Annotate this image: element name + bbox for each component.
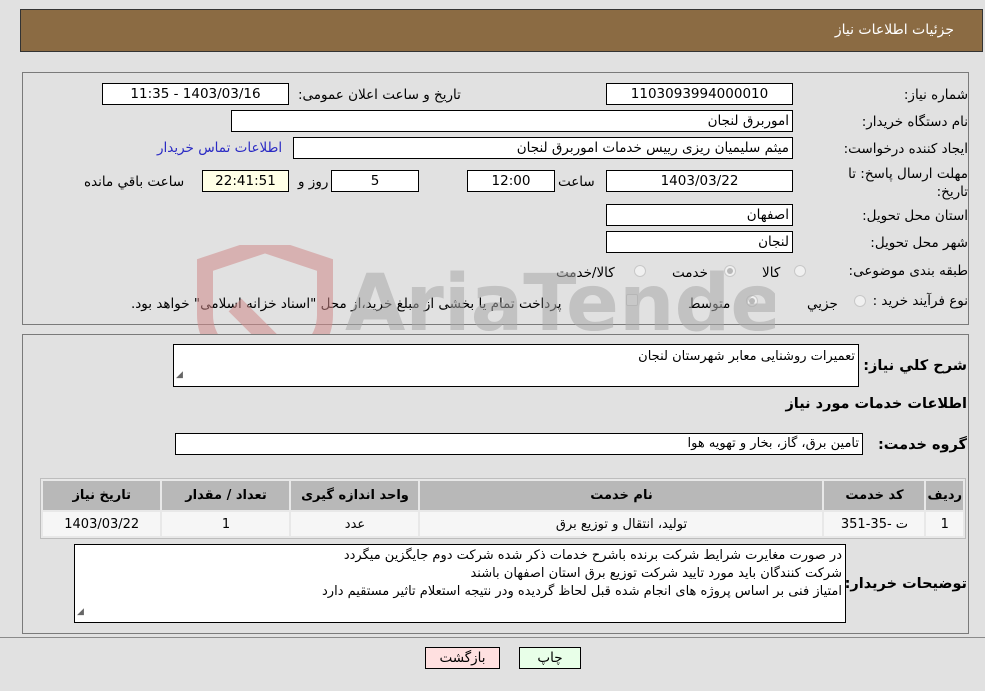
- category-option-service: خدمت: [672, 265, 708, 281]
- buyer-note-line: امتیاز فنی بر اساس پروژه های انجام شده ق…: [322, 584, 842, 599]
- requester-field[interactable]: میثم سلیمیان ریزی رییس خدمات اموربرق لنج…: [293, 137, 793, 159]
- city-label: شهر محل تحویل:: [870, 235, 968, 251]
- purchase-radio-minor[interactable]: [854, 295, 866, 307]
- days-remaining-field[interactable]: 5: [331, 170, 419, 192]
- deadline-label: مهلت ارسال پاسخ: تا تاریخ:: [848, 166, 968, 200]
- cell-unit: عدد: [291, 512, 419, 536]
- announce-datetime-label: تاریخ و ساعت اعلان عمومی:: [298, 87, 461, 103]
- services-table: ردیف کد خدمت نام خدمت واحد اندازه گیری ت…: [40, 478, 966, 539]
- need-number-label: شماره نیاز:: [903, 87, 968, 103]
- category-radio-goods[interactable]: [794, 265, 806, 277]
- col-row-header: ردیف: [926, 481, 963, 510]
- col-code-header: کد خدمت: [824, 481, 925, 510]
- services-section-title: اطلاعات خدمات مورد نیاز: [785, 396, 967, 412]
- col-qty-header: تعداد / مقدار: [162, 481, 290, 510]
- buyer-contact-link[interactable]: اطلاعات تماس خریدار: [157, 140, 282, 156]
- cell-row: 1: [926, 512, 963, 536]
- back-button[interactable]: بازگشت: [425, 647, 500, 669]
- buyer-org-field[interactable]: اموربرق لنجان: [231, 110, 793, 132]
- announce-datetime-field[interactable]: 1403/03/16 - 11:35: [102, 83, 289, 105]
- province-label: استان محل تحویل:: [862, 208, 968, 224]
- page-title: جزئیات اطلاعات نیاز: [834, 22, 954, 38]
- purchase-option-minor: جزيي: [807, 296, 838, 312]
- treasury-checkbox[interactable]: [626, 294, 638, 306]
- buyer-notes-label: توضیحات خریدار:: [844, 576, 967, 592]
- purchase-type-label: نوع فرآیند خرید :: [872, 293, 968, 309]
- purchase-option-medium: متوسط: [688, 296, 731, 312]
- page-header: جزئیات اطلاعات نیاز: [20, 9, 983, 52]
- time-remaining-field[interactable]: 22:41:51: [202, 170, 289, 192]
- col-name-header: نام خدمت: [420, 481, 823, 510]
- resize-grip-icon[interactable]: ◢: [77, 603, 84, 621]
- buyer-org-label: نام دستگاه خریدار:: [861, 114, 968, 130]
- city-field[interactable]: لنجان: [606, 231, 793, 253]
- category-label: طبقه بندی موضوعی:: [848, 263, 968, 279]
- purchase-radio-medium[interactable]: [746, 295, 758, 307]
- need-number-field[interactable]: 1103093994000010: [606, 83, 793, 105]
- resize-grip-icon[interactable]: ◢: [176, 366, 183, 385]
- days-label: روز و: [298, 174, 329, 190]
- deadline-time-field[interactable]: 12:00: [467, 170, 555, 192]
- deadline-date-field[interactable]: 1403/03/22: [606, 170, 793, 192]
- buyer-note-line: در صورت مغایرت شرایط شرکت برنده باشرح خد…: [343, 548, 842, 563]
- province-field[interactable]: اصفهان: [606, 204, 793, 226]
- requester-label: ایجاد کننده درخواست:: [843, 141, 968, 157]
- category-option-goods-service: کالا/خدمت: [556, 265, 615, 281]
- cell-qty: 1: [162, 512, 290, 536]
- treasury-checkbox-label: پرداخت تمام یا بخشی از مبلغ خرید،از محل …: [131, 296, 562, 312]
- time-remaining-label: ساعت باقي مانده: [84, 174, 185, 190]
- col-date-header: تاریخ نیاز: [43, 481, 161, 510]
- category-option-goods: کالا: [762, 265, 781, 281]
- cell-date: 1403/03/22: [43, 512, 161, 536]
- buyer-notes-textarea[interactable]: در صورت مغایرت شرایط شرکت برنده باشرح خد…: [74, 544, 846, 623]
- print-button[interactable]: چاپ: [519, 647, 581, 669]
- cell-code: ت -35-351: [824, 512, 925, 536]
- category-radio-service[interactable]: [724, 265, 736, 277]
- deadline-time-label: ساعت: [558, 174, 595, 190]
- cell-name: تولید، انتقال و توزیع برق: [420, 512, 823, 536]
- general-desc-label: شرح كلي نياز:: [863, 358, 967, 374]
- col-unit-header: واحد اندازه گیری: [291, 481, 419, 510]
- service-group-label: گروه خدمت:: [877, 437, 967, 453]
- category-radio-goods-service[interactable]: [634, 265, 646, 277]
- buyer-note-line: شرکت کنندگان باید مورد تایید شرکت توزیع …: [470, 566, 842, 581]
- table-row: 1 ت -35-351 تولید، انتقال و توزیع برق عد…: [43, 512, 963, 536]
- table-header-row: ردیف کد خدمت نام خدمت واحد اندازه گیری ت…: [43, 481, 963, 510]
- service-group-field[interactable]: تامین برق، گاز، بخار و تهویه هوا: [175, 433, 863, 455]
- general-desc-text: تعمیرات روشنایی معابر شهرستان لنجان: [638, 349, 855, 364]
- footer-divider: [0, 637, 985, 638]
- general-desc-textarea[interactable]: تعمیرات روشنایی معابر شهرستان لنجان ◢: [173, 344, 859, 387]
